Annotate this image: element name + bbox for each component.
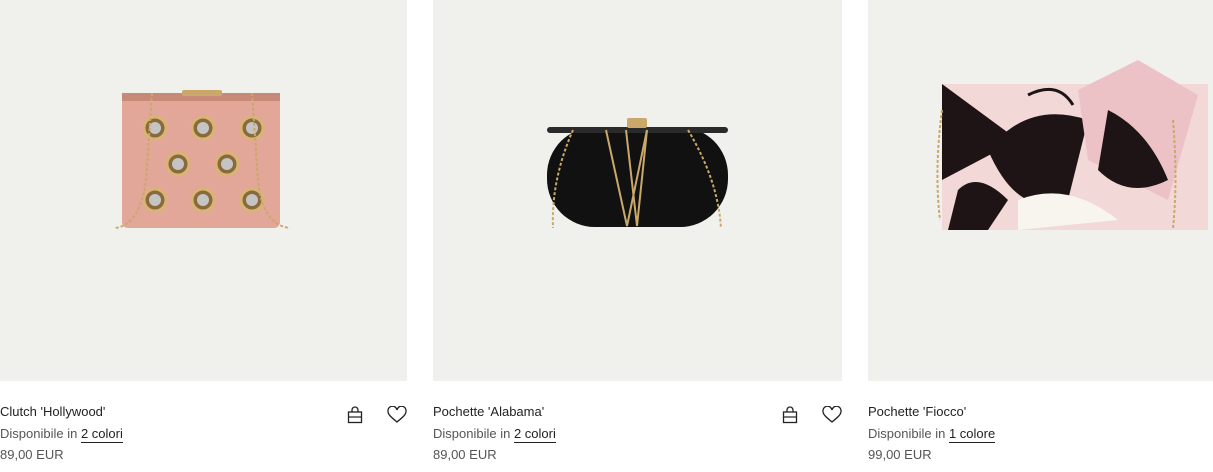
shopping-bag-icon[interactable] — [780, 405, 800, 425]
availability: Disponibile in 1 colore — [868, 425, 1213, 445]
availability: Disponibile in 2 colori — [0, 425, 407, 445]
shopping-bag-icon[interactable] — [345, 405, 365, 425]
product-card[interactable]: Pochette 'Alabama' Disponibile in 2 colo… — [433, 0, 842, 463]
product-card[interactable]: Pochette 'Fiocco' Disponibile in 1 color… — [868, 0, 1213, 463]
heart-icon[interactable] — [822, 405, 842, 425]
availability-label: Disponibile in — [868, 426, 946, 441]
product-actions — [780, 405, 842, 425]
product-actions — [345, 405, 407, 425]
color-options-link[interactable]: 2 colori — [513, 426, 556, 443]
product-price: 89,00 EUR — [0, 447, 64, 462]
heart-icon[interactable] — [387, 405, 407, 425]
color-options-link[interactable]: 2 colori — [80, 426, 123, 443]
product-price: 89,00 EUR — [433, 447, 497, 462]
color-options-link[interactable]: 1 colore — [948, 426, 996, 443]
availability-label: Disponibile in — [433, 426, 511, 441]
product-image[interactable] — [868, 0, 1213, 381]
black-hard-clutch-image — [547, 118, 728, 229]
floral-bow-clutch-image — [936, 60, 1208, 230]
product-price: 99,00 EUR — [868, 447, 932, 462]
availability: Disponibile in 2 colori — [433, 425, 842, 445]
product-image[interactable] — [0, 0, 407, 381]
availability-label: Disponibile in — [0, 426, 78, 441]
pink-studded-clutch-image — [114, 90, 291, 229]
product-card[interactable]: Clutch 'Hollywood' Disponibile in 2 colo… — [0, 0, 407, 463]
product-image[interactable] — [433, 0, 842, 381]
product-name[interactable]: Pochette 'Fiocco' — [868, 403, 1213, 420]
